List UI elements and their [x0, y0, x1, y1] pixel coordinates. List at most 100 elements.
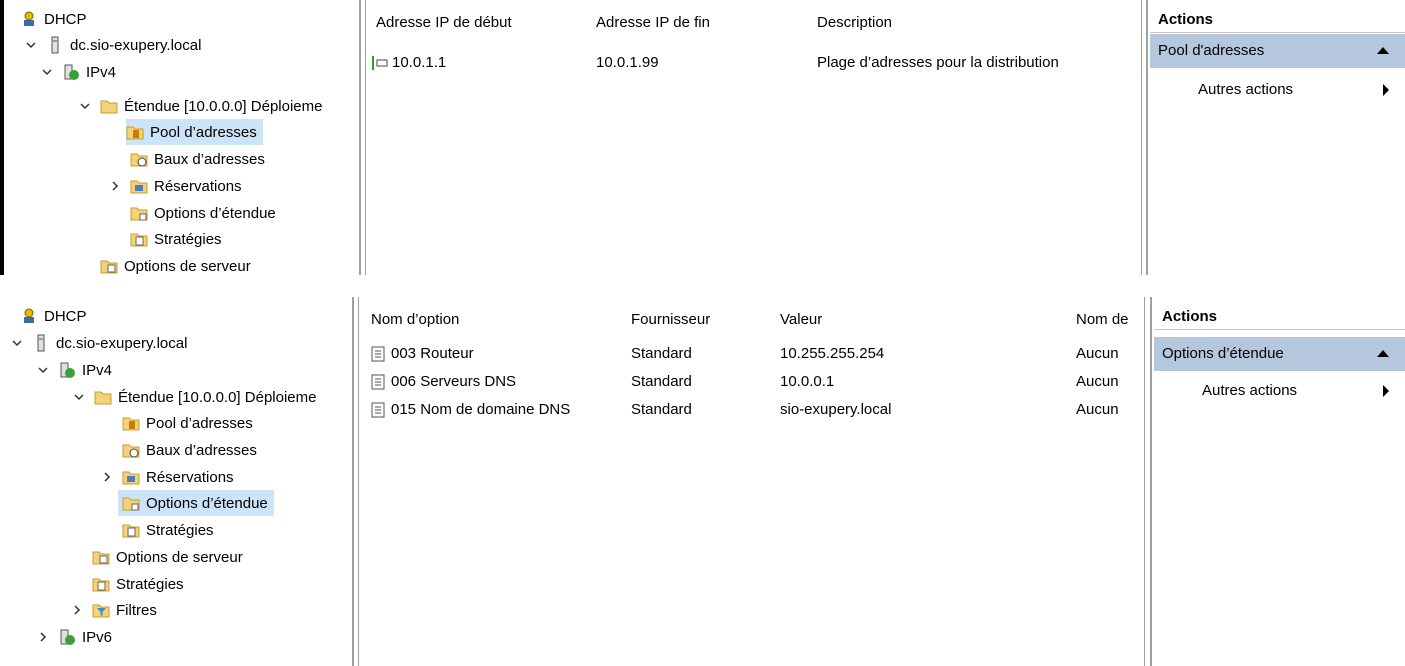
tree-node-scope[interactable]: Étendue [10.0.0.0] Déploieme [78, 93, 322, 119]
actions-section-header[interactable]: Pool d'adresses [1150, 34, 1405, 68]
tree-label: IPv4 [82, 361, 113, 379]
tree-label: DHCP [44, 307, 87, 325]
chevron-right-icon[interactable] [100, 470, 114, 484]
actions-pane: Actions Options d’étendue Autres actions [1154, 297, 1405, 666]
submenu-arrow-icon [1383, 84, 1389, 96]
actions-pane: Actions Pool d'adresses Autres actions [1150, 0, 1405, 275]
tree-node-dhcp[interactable]: DHCP [20, 6, 87, 32]
server-options-icon [100, 257, 118, 275]
cell-value: 10.255.255.254 [780, 345, 885, 362]
pane-border [1141, 0, 1142, 275]
tree-label: Réservations [146, 468, 234, 486]
folder-icon [94, 388, 112, 406]
pane-border [1144, 297, 1145, 666]
policies-icon [92, 575, 110, 593]
chevron-down-icon[interactable] [40, 65, 54, 79]
screenshot-separator [0, 275, 1405, 297]
collapse-up-icon[interactable] [1377, 47, 1389, 54]
tree-label: Options de serveur [124, 257, 251, 275]
actions-section-header[interactable]: Options d’étendue [1154, 337, 1405, 371]
cell-vendor: Standard [631, 345, 692, 362]
tree-node-policies[interactable]: Stratégies [122, 517, 214, 543]
column-header-vendor[interactable]: Fournisseur [631, 309, 710, 331]
tree-label: IPv6 [82, 628, 113, 646]
tree-node-scope-options[interactable]: Options d’étendue [130, 200, 276, 226]
tree-node-scope[interactable]: Étendue [10.0.0.0] Déploieme [72, 384, 316, 410]
tree-label: Options d’étendue [154, 204, 276, 222]
tree-node-server-options[interactable]: Options de serveur [92, 544, 243, 570]
tree-node-filters[interactable]: Filtres [70, 597, 157, 623]
chevron-down-icon[interactable] [10, 336, 24, 350]
reservations-icon [130, 177, 148, 195]
tree-label: Pool d’adresses [146, 414, 253, 432]
tree-node-ipv6[interactable]: IPv6 [36, 624, 112, 650]
dhcp-console-pool-view: DHCP dc.sio-exupery.local IPv4 Étendue [… [0, 0, 1405, 275]
cell-start-ip: 10.0.1.1 [392, 54, 447, 71]
chevron-right-icon[interactable] [108, 179, 122, 193]
tree-label: Stratégies [154, 230, 222, 248]
tree-node-leases[interactable]: Baux d’adresses [130, 146, 265, 172]
tree-node-ipv4-policies[interactable]: Stratégies [92, 571, 184, 597]
cell-end-ip: 10.0.1.99 [596, 54, 659, 71]
ip-range-icon [370, 54, 388, 72]
tree-node-server[interactable]: dc.sio-exupery.local [10, 330, 187, 356]
policies-icon [122, 521, 140, 539]
address-pool-icon [122, 414, 140, 432]
tree-label: Options de serveur [116, 548, 243, 566]
tree-label: Étendue [10.0.0.0] Déploieme [124, 97, 323, 115]
tree-node-ipv4[interactable]: IPv4 [40, 59, 116, 85]
tree-label: Pool d’adresses [150, 123, 257, 141]
tree-node-address-pool[interactable]: Pool d’adresses [122, 410, 253, 436]
option-icon [369, 345, 387, 363]
tree-node-address-pool[interactable]: Pool d’adresses [126, 119, 263, 145]
chevron-down-icon[interactable] [36, 363, 50, 377]
tree-label: Stratégies [146, 521, 214, 539]
actions-section-label: Pool d'adresses [1158, 42, 1265, 59]
column-header-option-name[interactable]: Nom d’option [371, 309, 459, 331]
tree-label: dc.sio-exupery.local [56, 334, 188, 352]
tree-label: Baux d’adresses [154, 150, 265, 168]
collapse-up-icon[interactable] [1377, 350, 1389, 357]
ipv4-icon [62, 63, 80, 81]
tree-node-policies[interactable]: Stratégies [130, 226, 222, 252]
chevron-down-icon[interactable] [78, 99, 92, 113]
column-header-value[interactable]: Valeur [780, 309, 822, 331]
chevron-down-icon[interactable] [72, 390, 86, 404]
option-icon [369, 373, 387, 391]
column-header-description[interactable]: Description [817, 12, 892, 34]
chevron-right-icon[interactable] [36, 630, 50, 644]
cell-option-name: 003 Routeur [391, 345, 474, 362]
tree-node-leases[interactable]: Baux d’adresses [122, 437, 257, 463]
splitter[interactable] [359, 0, 361, 275]
splitter[interactable] [1150, 297, 1152, 666]
tree-node-server[interactable]: dc.sio-exupery.local [24, 32, 201, 58]
tree-node-dhcp[interactable]: DHCP [20, 303, 87, 329]
server-icon [46, 36, 64, 54]
column-header-start-ip[interactable]: Adresse IP de début [376, 12, 512, 34]
more-actions-item[interactable]: Autres actions [1198, 78, 1405, 102]
cell-class-name: Aucun [1076, 401, 1119, 418]
tree-label: Stratégies [116, 575, 184, 593]
column-header-class-name[interactable]: Nom de [1076, 309, 1129, 331]
tree-label: Options d’étendue [146, 494, 268, 512]
tree-node-ipv4[interactable]: IPv4 [36, 357, 112, 383]
chevron-right-icon[interactable] [70, 603, 84, 617]
chevron-down-icon[interactable] [24, 38, 38, 52]
tree-node-scope-options[interactable]: Options d’étendue [118, 490, 274, 516]
tree-label: dc.sio-exupery.local [70, 36, 202, 54]
actions-title: Actions [1150, 8, 1405, 33]
console-tree: DHCP dc.sio-exupery.local IPv4 Étendue [… [0, 0, 360, 275]
results-pane: Adresse IP de début Adresse IP de fin De… [366, 0, 1141, 275]
tree-label: Réservations [154, 177, 242, 195]
splitter[interactable] [352, 297, 354, 666]
cell-vendor: Standard [631, 401, 692, 418]
actions-title: Actions [1154, 305, 1405, 330]
tree-node-reservations[interactable]: Réservations [108, 173, 242, 199]
server-options-icon [92, 548, 110, 566]
column-header-end-ip[interactable]: Adresse IP de fin [596, 12, 710, 34]
splitter[interactable] [1146, 0, 1148, 275]
tree-node-reservations[interactable]: Réservations [100, 464, 234, 490]
more-actions-item[interactable]: Autres actions [1202, 379, 1405, 403]
scope-options-icon [122, 494, 140, 512]
cell-option-name: 006 Serveurs DNS [391, 373, 517, 390]
